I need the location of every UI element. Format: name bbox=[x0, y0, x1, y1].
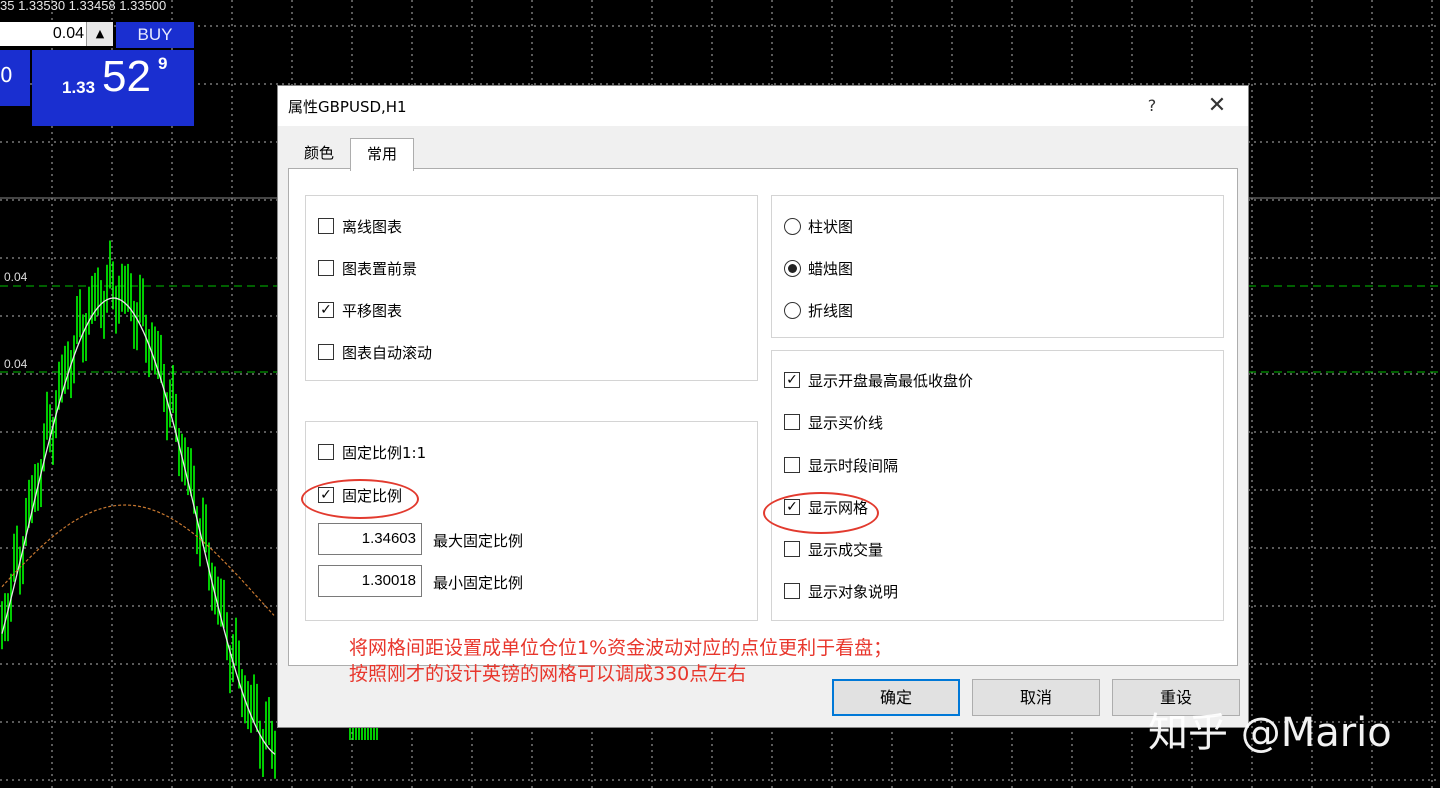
checkbox-label: 显示买价线 bbox=[808, 414, 884, 432]
checkbox-label: 图表置前景 bbox=[342, 260, 418, 278]
scale-options-group: 固定比例1:1 ✓ 固定比例 1.34603 最大固定比例 1.30018 最小… bbox=[305, 421, 758, 621]
watermark-logo: 知乎 @Mario bbox=[1148, 710, 1392, 756]
tab-colors[interactable]: 颜色 bbox=[288, 138, 350, 168]
checkbox-box[interactable] bbox=[318, 444, 334, 460]
lot-spin-up-button[interactable]: ▲ bbox=[86, 22, 113, 46]
annotation-line-1: 将网格间距设置成单位仓位1%资金波动对应的点位更利于看盘； bbox=[349, 637, 893, 659]
ok-button[interactable]: 确定 bbox=[832, 679, 960, 716]
highlight-ellipse bbox=[763, 492, 879, 534]
fixed-max-input[interactable]: 1.34603 bbox=[318, 523, 422, 555]
checkbox-box[interactable] bbox=[784, 414, 800, 430]
sell-price-fragment[interactable]: 0 bbox=[0, 50, 30, 106]
level-label: 0.04 bbox=[4, 270, 28, 284]
radio-label: 蜡烛图 bbox=[808, 260, 854, 278]
checkbox-box[interactable] bbox=[318, 218, 334, 234]
checkbox-label: 离线图表 bbox=[342, 218, 403, 236]
checkbox-label: 图表自动滚动 bbox=[342, 344, 433, 362]
level-label: 0.04 bbox=[4, 357, 28, 371]
radio-button[interactable] bbox=[784, 302, 801, 319]
checkbox-label: 固定比例1:1 bbox=[342, 444, 427, 462]
checkbox-box[interactable] bbox=[318, 344, 334, 360]
checkbox-label: 显示时段间隔 bbox=[808, 457, 899, 475]
radio-button[interactable] bbox=[784, 260, 801, 277]
lot-size-input[interactable]: 0.04 bbox=[0, 22, 86, 46]
dialog-title: 属性GBPUSD,H1 bbox=[288, 98, 407, 116]
price-fraction: 9 bbox=[158, 54, 168, 73]
checkbox-label: 显示对象说明 bbox=[808, 583, 899, 601]
checkbox-label: 平移图表 bbox=[342, 302, 403, 320]
radio-label: 柱状图 bbox=[808, 218, 854, 236]
highlight-ellipse bbox=[301, 479, 419, 519]
display-options-group: ✓ 显示开盘最高最低收盘价 显示买价线 显示时段间隔 ✓ 显示网格 显示成交量 bbox=[771, 350, 1224, 621]
checkbox-box[interactable] bbox=[784, 457, 800, 473]
radio-dot bbox=[788, 264, 797, 273]
checkbox-box[interactable] bbox=[784, 541, 800, 557]
dialog-titlebar[interactable]: 属性GBPUSD,H1 ? ✕ bbox=[278, 86, 1248, 126]
chart-type-group: 柱状图 蜡烛图 折线图 bbox=[771, 195, 1224, 338]
chart-options-group: 离线图表 图表置前景 ✓ 平移图表 图表自动滚动 bbox=[305, 195, 758, 381]
price-pips: 52 bbox=[102, 52, 151, 101]
quote-header: 35 1.33530 1.33458 1.33500 bbox=[0, 0, 167, 13]
tab-common[interactable]: 常用 bbox=[350, 138, 414, 171]
fixed-min-input[interactable]: 1.30018 bbox=[318, 565, 422, 597]
radio-button[interactable] bbox=[784, 218, 801, 235]
tab-page-common: 离线图表 图表置前景 ✓ 平移图表 图表自动滚动 固定比例1:1 ✓ 固定比例 … bbox=[288, 168, 1238, 685]
price-prefix: 1.33 bbox=[62, 78, 96, 97]
fixed-min-label: 最小固定比例 bbox=[433, 574, 524, 592]
buy-price-box[interactable]: 1.33 52 9 bbox=[32, 50, 194, 126]
close-icon[interactable]: ✕ bbox=[1202, 92, 1232, 120]
checkbox-label: 显示开盘最高最低收盘价 bbox=[808, 372, 974, 390]
checkbox-box[interactable] bbox=[784, 583, 800, 599]
checkbox-label: 显示成交量 bbox=[808, 541, 884, 559]
one-click-trading-panel: 0.04 ▲ BUY 0 1.33 52 9 bbox=[0, 20, 194, 126]
properties-dialog: 属性GBPUSD,H1 ? ✕ 颜色 常用 离线图表 图表置前景 ✓ 平移图表 … bbox=[277, 85, 1249, 728]
buy-button[interactable]: BUY bbox=[116, 22, 194, 48]
slow-moving-average-line bbox=[1, 504, 275, 616]
annotation-line-2: 按照刚才的设计英镑的网格可以调成330点左右 bbox=[349, 663, 747, 685]
checkbox-box[interactable]: ✓ bbox=[784, 372, 800, 388]
fixed-max-label: 最大固定比例 bbox=[433, 532, 524, 550]
cancel-button[interactable]: 取消 bbox=[972, 679, 1100, 716]
checkbox-box[interactable]: ✓ bbox=[318, 302, 334, 318]
moving-average-line bbox=[1, 297, 276, 755]
help-icon[interactable]: ? bbox=[1138, 92, 1166, 120]
checkbox-box[interactable] bbox=[318, 260, 334, 276]
radio-label: 折线图 bbox=[808, 302, 854, 320]
